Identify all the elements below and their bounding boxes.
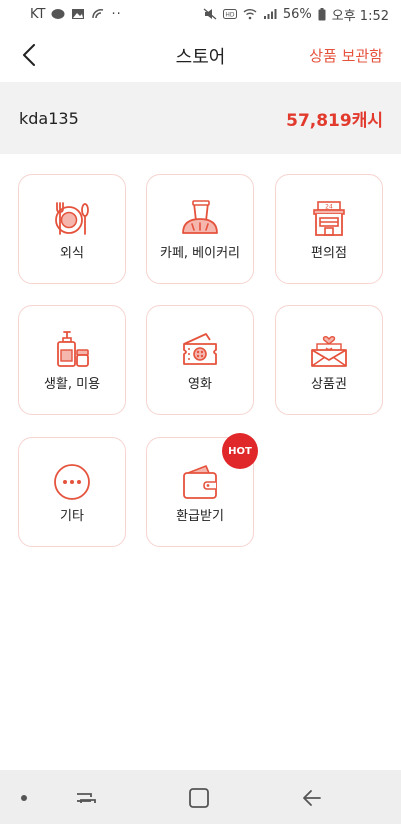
dot-icon[interactable] xyxy=(10,784,38,812)
clock: 오후 1:52 xyxy=(331,8,389,24)
more-icon xyxy=(54,464,90,500)
wifi-calling-icon xyxy=(92,9,104,19)
wifi-icon xyxy=(243,9,257,20)
chevron-left-icon xyxy=(23,44,35,66)
battery-percent: 56% xyxy=(282,6,312,22)
category-label: 편의점 xyxy=(311,246,347,261)
movie-ticket-icon xyxy=(183,333,217,365)
category-label: 생활, 미용 xyxy=(43,377,101,392)
home-icon[interactable] xyxy=(185,784,213,812)
category-movie[interactable]: 영화 xyxy=(146,305,254,415)
back-button[interactable] xyxy=(14,40,44,70)
category-convenience-store[interactable]: 24 편의점 xyxy=(275,174,383,284)
account-summary: kda135 57,819캐시 xyxy=(0,82,401,154)
category-label: 카페, 베이커리 xyxy=(159,246,241,261)
gift-card-icon xyxy=(311,336,347,367)
category-label: 환급받기 xyxy=(176,509,224,524)
hd-icon: HD xyxy=(222,9,237,19)
category-more[interactable]: 기타 xyxy=(18,437,126,547)
cash-balance: 57,819캐시 xyxy=(286,110,383,131)
image-icon xyxy=(72,9,85,19)
category-label: 외식 xyxy=(60,246,84,261)
battery-icon xyxy=(318,7,326,20)
category-gift-card[interactable]: 상품권 xyxy=(275,305,383,415)
category-lifestyle-beauty[interactable]: 생활, 미용 xyxy=(18,305,126,415)
category-label: 기타 xyxy=(60,509,84,524)
user-id: kda135 xyxy=(19,108,79,128)
svg-text:HD: HD xyxy=(225,12,235,19)
category-cafe-bakery[interactable]: 카페, 베이커리 xyxy=(146,174,254,284)
product-storage-link[interactable]: 상품 보관함 xyxy=(309,45,383,66)
category-dining[interactable]: 외식 xyxy=(18,174,126,284)
app-bar: 스토어 상품 보관함 xyxy=(0,28,401,82)
status-bar: KT ·· HD 56% 오후 1:52 xyxy=(0,0,401,28)
back-nav-icon[interactable] xyxy=(298,784,326,812)
category-label: 영화 xyxy=(188,377,212,392)
category-label: 상품권 xyxy=(311,377,347,392)
signal-icon xyxy=(263,9,277,19)
hot-badge: HOT xyxy=(222,433,258,469)
talk-icon xyxy=(51,9,65,19)
more-notifications-icon: ·· xyxy=(111,6,122,22)
carrier-label: KT xyxy=(30,6,46,22)
cafe-bakery-icon xyxy=(182,200,218,234)
recent-apps-icon[interactable] xyxy=(72,784,100,812)
mute-icon xyxy=(203,8,217,20)
wallet-icon xyxy=(183,465,217,499)
dining-icon xyxy=(55,202,89,235)
lifestyle-beauty-icon xyxy=(57,331,89,367)
convenience-store-icon: 24 xyxy=(313,201,345,236)
navigation-bar xyxy=(0,770,401,824)
